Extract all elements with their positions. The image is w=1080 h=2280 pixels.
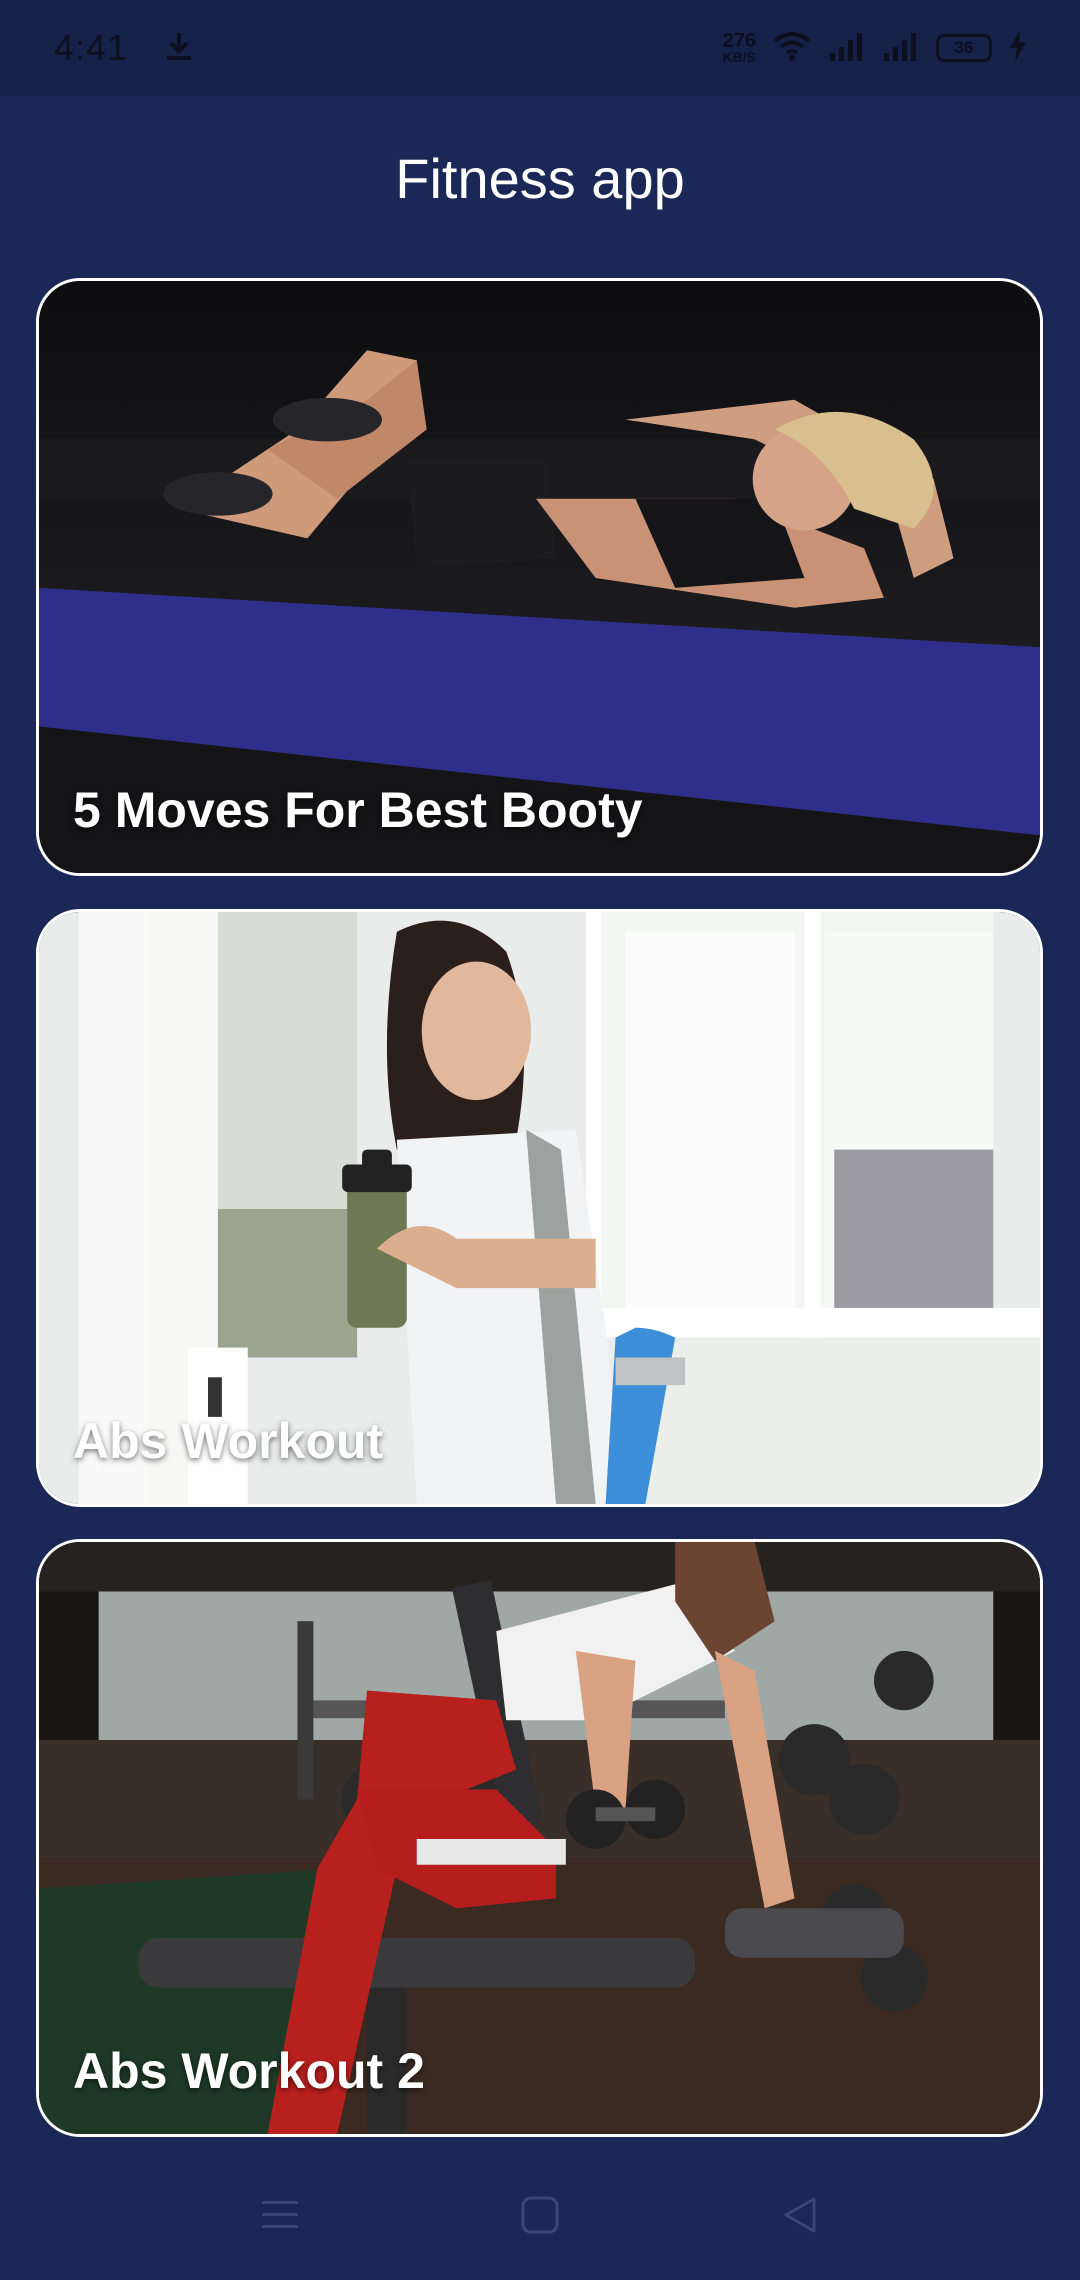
page-title: Fitness app bbox=[395, 147, 685, 210]
workout-card-title: 5 Moves For Best Booty bbox=[73, 782, 643, 838]
signal-icon bbox=[828, 31, 866, 66]
menu-icon[interactable] bbox=[250, 2185, 310, 2245]
status-bar: 4:41 276 KB/S 36 bbox=[0, 0, 1080, 96]
battery-icon: 36 bbox=[936, 34, 992, 62]
download-icon bbox=[162, 29, 196, 68]
system-nav-bar bbox=[0, 2150, 1080, 2280]
signal-icon bbox=[882, 31, 920, 66]
workout-card-abs-2[interactable]: Abs Workout 2 bbox=[36, 1539, 1043, 2137]
network-speed: 276 KB/S bbox=[722, 29, 756, 65]
status-left: 4:41 bbox=[54, 27, 196, 69]
wifi-icon bbox=[772, 30, 812, 67]
network-speed-unit: KB/S bbox=[722, 48, 756, 65]
status-time: 4:41 bbox=[54, 27, 129, 68]
network-speed-value: 276 bbox=[722, 29, 756, 52]
status-right: 276 KB/S 36 bbox=[723, 29, 1028, 68]
charging-icon bbox=[1008, 29, 1028, 68]
home-square-icon[interactable] bbox=[510, 2185, 570, 2245]
workout-card-title: Abs Workout bbox=[73, 1413, 384, 1469]
battery-level: 36 bbox=[954, 38, 974, 57]
workout-card-title: Abs Workout 2 bbox=[73, 2043, 425, 2099]
back-triangle-icon[interactable] bbox=[770, 2185, 830, 2245]
workout-card-abs[interactable]: Abs Workout bbox=[36, 909, 1043, 1507]
workout-card-best-booty[interactable]: 5 Moves For Best Booty bbox=[36, 278, 1043, 876]
